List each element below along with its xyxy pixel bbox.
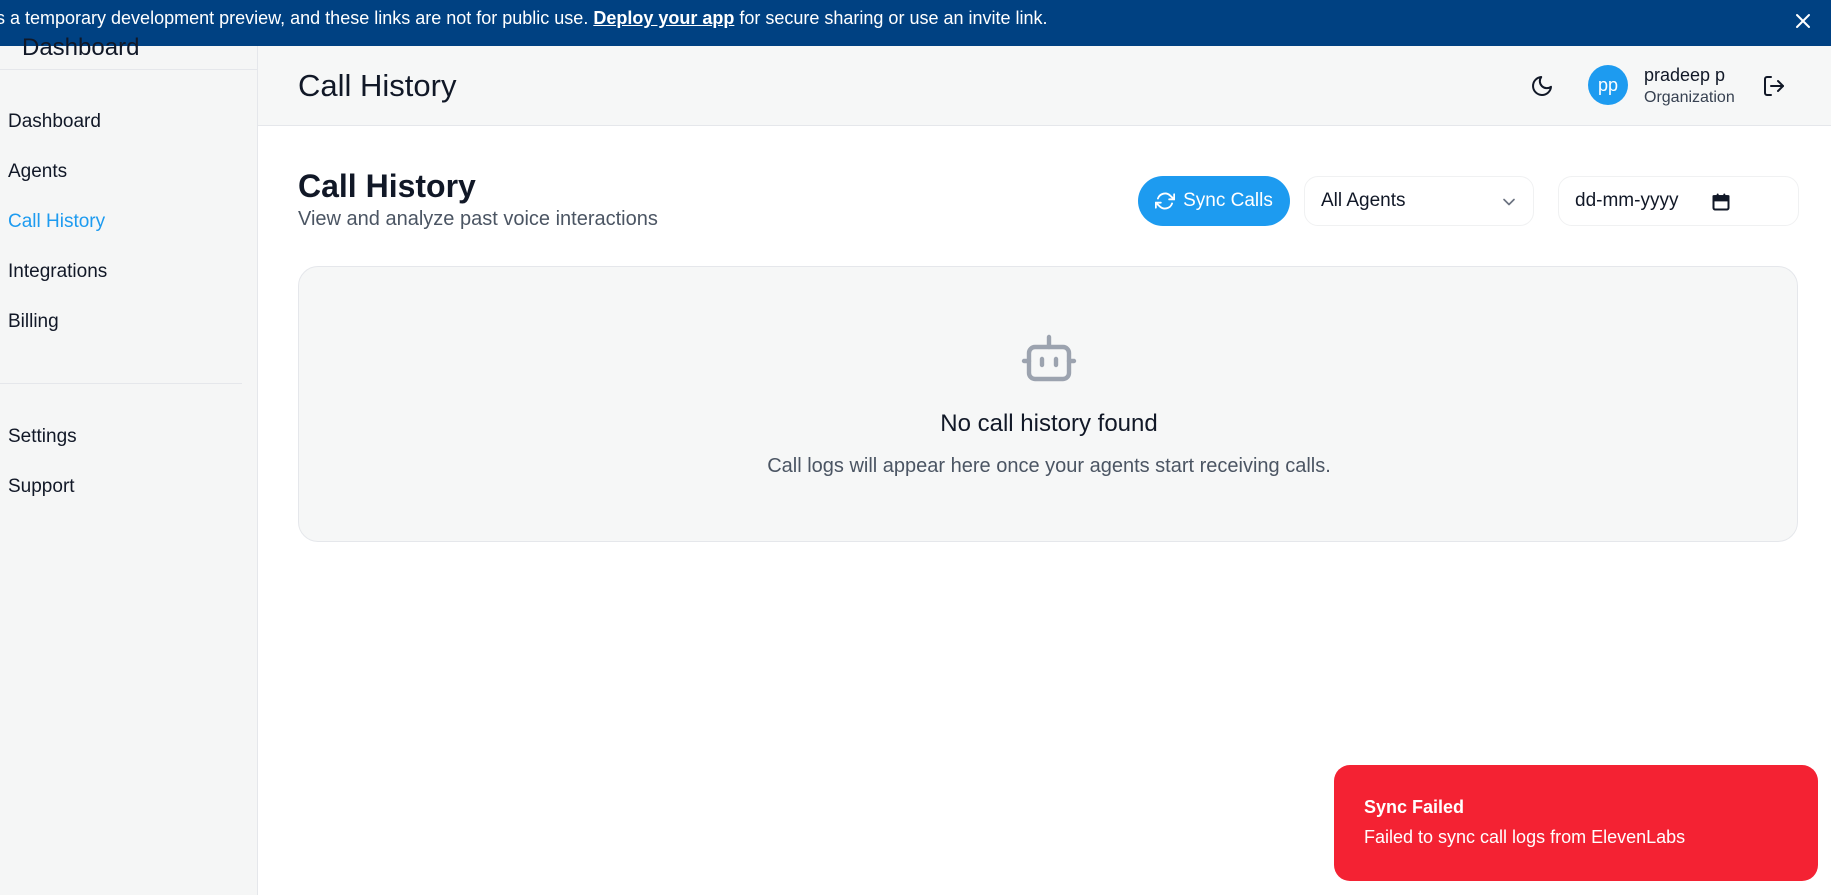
sidebar-item-support[interactable]: Support: [8, 476, 75, 498]
empty-state-card: No call history found Call logs will app…: [298, 266, 1798, 542]
refresh-icon: [1155, 192, 1176, 210]
sidebar-brand-divider: [0, 69, 258, 70]
avatar[interactable]: pp: [1588, 65, 1628, 105]
user-name: pradeep p: [1644, 65, 1726, 85]
user-role: Organization: [1644, 89, 1735, 106]
page-title: Call History: [298, 168, 476, 204]
preview-banner: s a temporary development preview, and t…: [0, 0, 1831, 46]
bot-icon: [1021, 334, 1077, 382]
page-subtitle: View and analyze past voice interactions: [298, 208, 658, 230]
agent-filter-value: All Agents: [1321, 190, 1406, 211]
top-header: Call History pp pradeep p Organization: [258, 46, 1831, 126]
moon-icon: [1532, 76, 1552, 96]
toast-title: Sync Failed: [1364, 797, 1465, 817]
banner-text: s a temporary development preview, and t…: [0, 8, 1048, 29]
sidebar: Dashboard Dashboard Agents Call History …: [0, 34, 258, 895]
empty-state-description: Call logs will appear here once your age…: [767, 455, 1331, 477]
agent-filter-select[interactable]: All Agents: [1304, 176, 1534, 226]
close-banner-button[interactable]: [1791, 9, 1815, 33]
logout-icon: [1764, 76, 1784, 96]
theme-toggle-button[interactable]: [1530, 74, 1554, 98]
sidebar-item-agents[interactable]: Agents: [8, 161, 67, 183]
banner-text-before: s a temporary development preview, and t…: [0, 8, 594, 28]
empty-state-title: No call history found: [940, 410, 1158, 437]
date-filter-placeholder: dd-mm-yyyy: [1575, 190, 1679, 211]
sidebar-brand: Dashboard: [22, 34, 140, 61]
date-filter-input[interactable]: dd-mm-yyyy: [1558, 176, 1799, 226]
sidebar-item-call-history[interactable]: Call History: [8, 211, 105, 233]
sidebar-item-billing[interactable]: Billing: [8, 311, 59, 333]
logout-button[interactable]: [1762, 74, 1786, 98]
banner-text-after: for secure sharing or use an invite link…: [734, 8, 1048, 28]
sidebar-item-dashboard[interactable]: Dashboard: [8, 111, 101, 133]
toast-message: Failed to sync call logs from ElevenLabs: [1364, 827, 1686, 847]
error-toast[interactable]: Sync Failed Failed to sync call logs fro…: [1334, 765, 1818, 881]
calendar-icon[interactable]: [1711, 192, 1731, 212]
sidebar-divider: [0, 383, 242, 384]
sidebar-item-settings[interactable]: Settings: [8, 426, 77, 448]
deploy-app-link[interactable]: Deploy your app: [593, 8, 734, 28]
sync-calls-button[interactable]: Sync Calls: [1138, 176, 1290, 226]
sidebar-item-integrations[interactable]: Integrations: [8, 261, 107, 283]
chevron-down-icon: [1503, 198, 1515, 206]
sync-calls-label: Sync Calls: [1183, 190, 1273, 211]
header-title: Call History: [298, 68, 457, 103]
close-icon: [1796, 14, 1810, 28]
